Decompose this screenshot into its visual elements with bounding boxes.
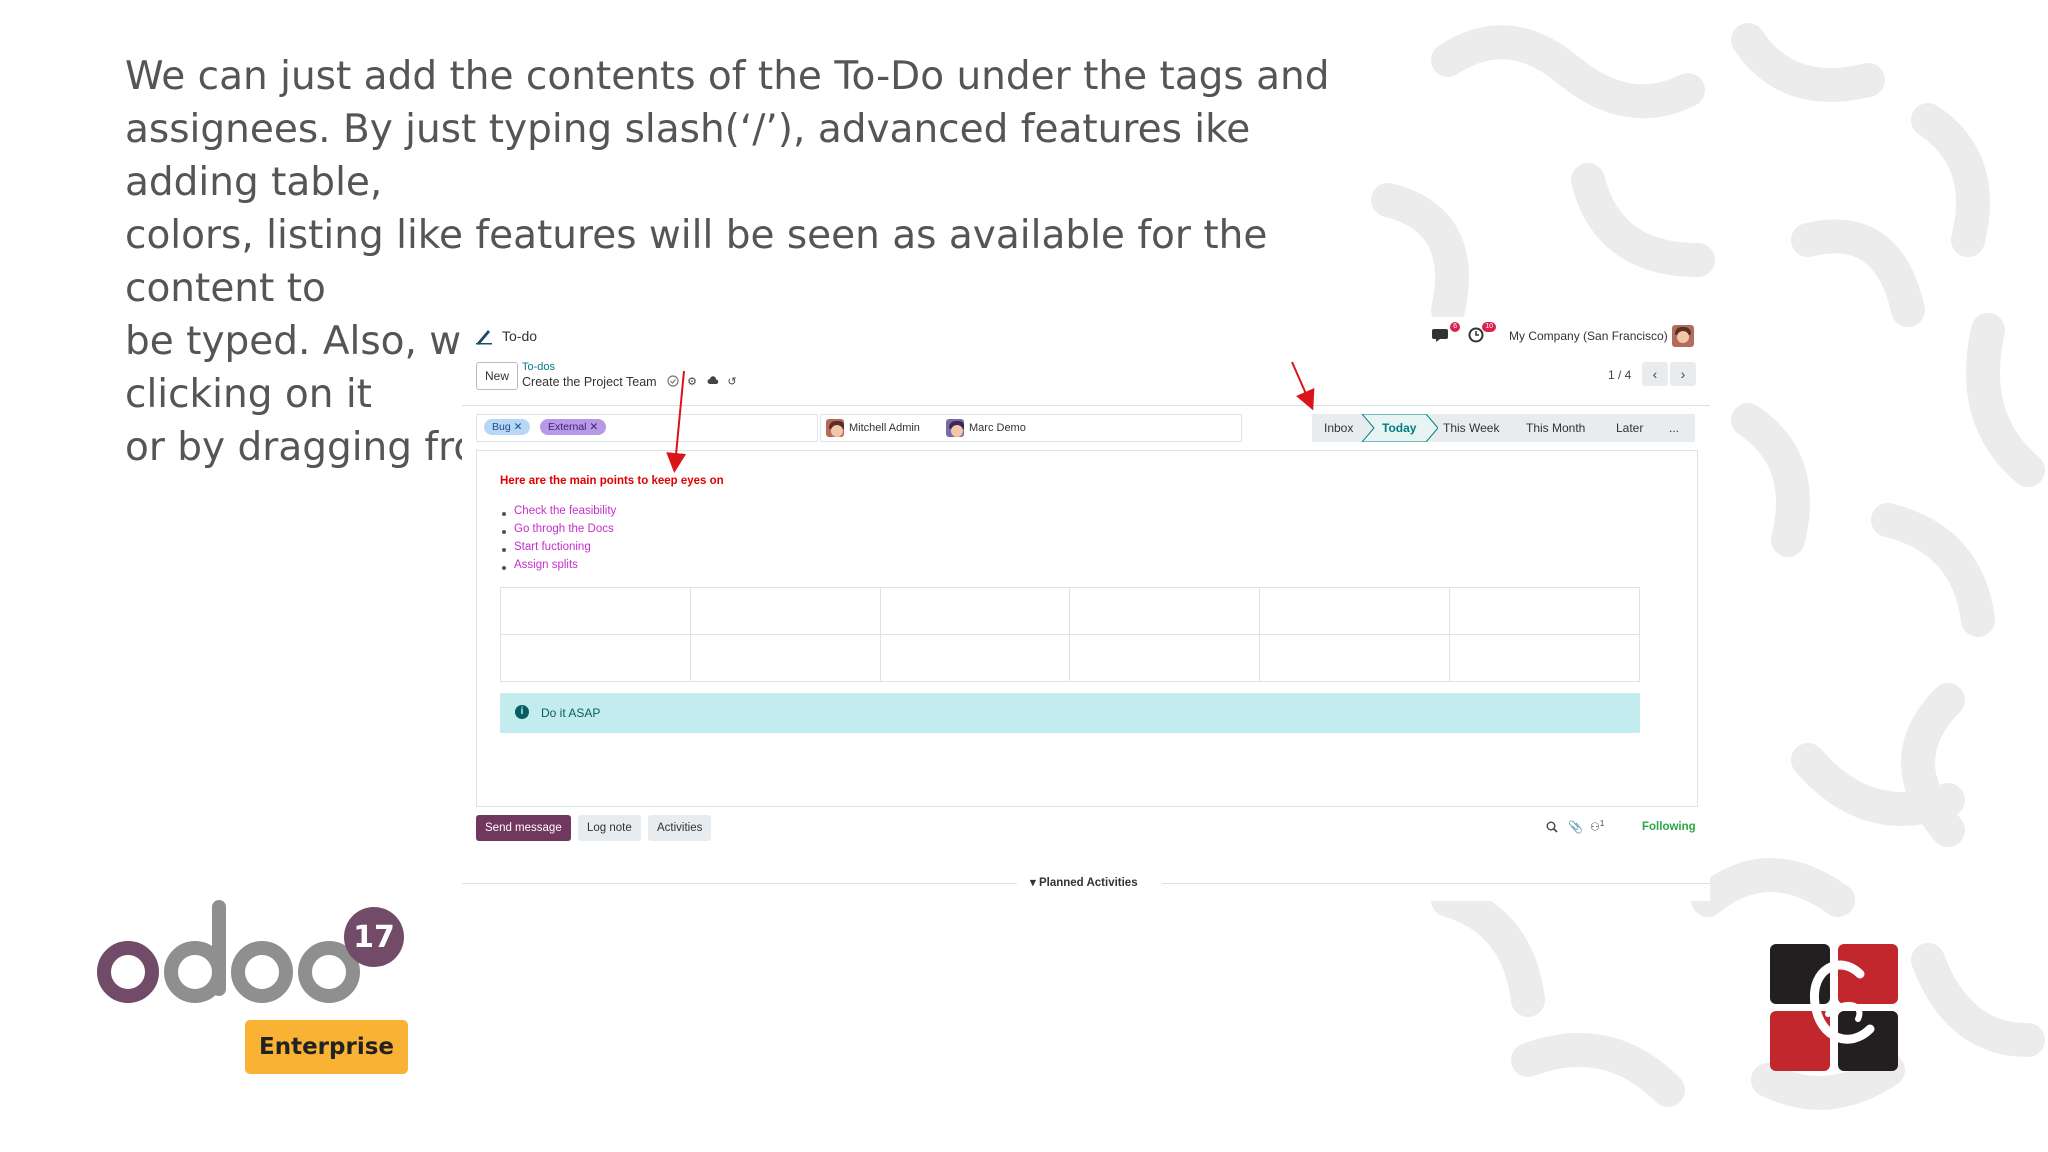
stage-this-month[interactable]: This Month [1526,414,1585,442]
followers-icon: ⚇ [1590,821,1600,834]
followers-button[interactable]: ⚇1 [1590,819,1604,834]
stage-later[interactable]: Later [1616,414,1643,442]
list-bullet [502,566,506,570]
paperclip-icon[interactable]: 📎 [1568,820,1583,834]
table-cell[interactable] [689,634,881,682]
table-cell[interactable] [1259,634,1451,682]
company-switcher[interactable]: My Company (San Francisco) [1509,329,1668,343]
annotation-arrow-stage [1291,361,1315,411]
pager-previous-button[interactable]: ‹ [1642,362,1668,386]
table-cell[interactable] [879,634,1071,682]
divider [462,883,1017,884]
stage-inbox[interactable]: Inbox [1324,414,1353,442]
table-row [500,634,1640,682]
messages-badge: 6 [1450,322,1460,332]
table-cell[interactable] [1449,634,1640,682]
user-avatar[interactable] [1672,325,1694,347]
avatar [826,419,844,437]
followers-count: 1 [1599,819,1605,828]
table-cell[interactable] [689,587,881,635]
info-alert: i Do it ASAP [500,693,1640,733]
gear-icon[interactable]: ⚙ [685,375,699,389]
table-cell[interactable] [879,587,1071,635]
company-logo [1770,944,1898,1071]
alert-text: Do it ASAP [541,706,601,720]
table-cell[interactable] [1069,634,1261,682]
table-cell[interactable] [500,587,691,635]
table-cell[interactable] [500,634,691,682]
assignee-name: Mitchell Admin [849,422,920,434]
clock-icon[interactable]: 10 [1468,322,1496,345]
activities-button[interactable]: Activities [648,815,712,841]
tag-bug[interactable]: Bug ✕ [484,419,531,435]
table-cell[interactable] [1259,587,1451,635]
pencil-icon [476,330,492,345]
cloud-save-icon[interactable] [706,375,720,389]
tag-external[interactable]: External ✕ [540,419,607,435]
list-bullet [502,548,506,552]
avatar [946,419,964,437]
table-cell[interactable] [1069,587,1261,635]
list-item: Assign splits [514,559,578,571]
check-circle-icon[interactable] [666,375,680,389]
list-item: Check the feasibility [514,505,617,517]
list-item: Go throgh the Docs [514,523,614,535]
search-icon[interactable] [1546,821,1558,836]
content-heading: Here are the main points to keep eyes on [500,475,724,487]
pager-next-button[interactable]: › [1670,362,1696,386]
messages-icon[interactable]: 6 [1432,322,1460,345]
list-bullet [502,512,506,516]
activities-badge: 10 [1482,322,1496,332]
record-title: Create the Project Team [522,375,657,389]
stage-more[interactable]: ... [1669,414,1679,442]
edition-badge: Enterprise [245,1020,408,1074]
log-note-button[interactable]: Log note [578,815,641,841]
divider [1162,883,1710,884]
send-message-button[interactable]: Send message [476,815,571,841]
table-cell[interactable] [1449,587,1640,635]
content-table[interactable] [500,587,1640,682]
stage-today[interactable]: Today [1382,414,1416,442]
app-title[interactable]: To-do [502,328,537,344]
assignee-marc[interactable]: Marc Demo [946,417,1026,439]
planned-activities-toggle[interactable]: ▾ Planned Activities [1030,875,1138,889]
info-icon: i [515,705,529,719]
planned-activities-label: Planned Activities [1038,877,1138,889]
list-item: Start fuctioning [514,541,591,553]
assignee-name: Marc Demo [969,422,1026,434]
list-bullet [502,530,506,534]
tag-label: Bug [492,421,511,433]
assignee-mitchell[interactable]: Mitchell Admin [826,417,920,439]
tag-label: External [548,421,587,433]
stage-this-week[interactable]: This Week [1443,414,1499,442]
pager-value[interactable]: 1 / 4 [1608,368,1631,382]
following-button[interactable]: Following [1642,821,1696,833]
divider [462,405,1710,406]
odoo-todo-screenshot: To-do 6 10 My Company (San Francisco) Ne… [462,317,1710,901]
new-button[interactable]: New [476,362,518,390]
table-row [500,587,1640,635]
breadcrumb-todos[interactable]: To-dos [522,361,555,373]
discard-icon[interactable]: ↺ [725,375,739,389]
version-badge: 17 [344,907,404,967]
